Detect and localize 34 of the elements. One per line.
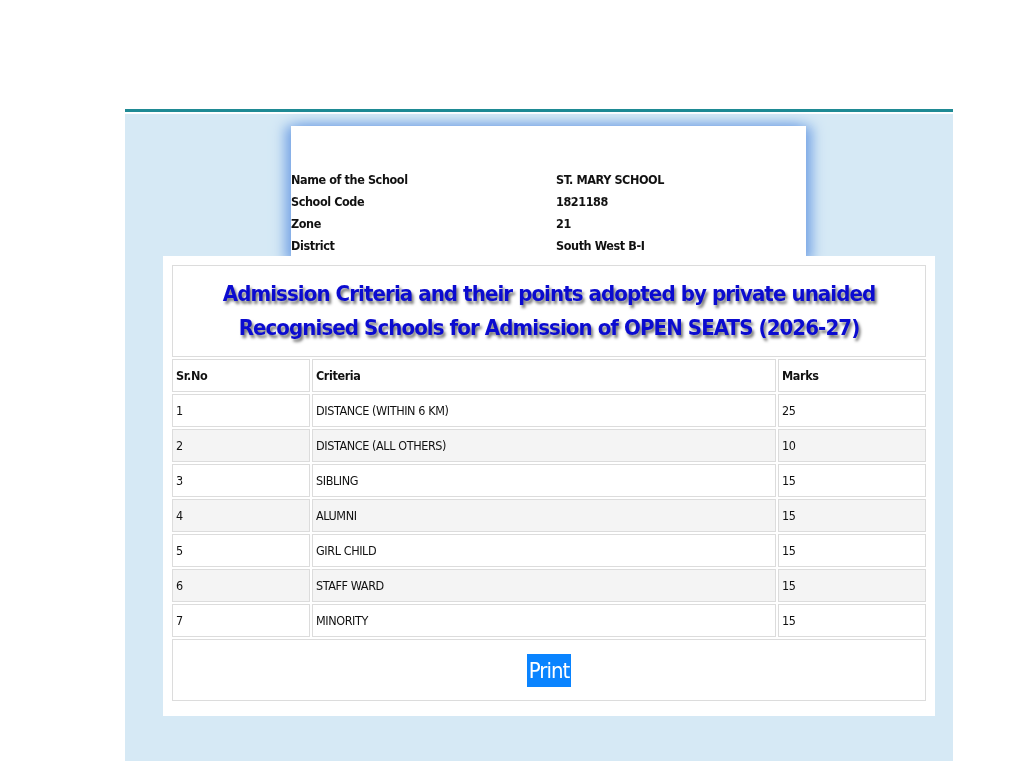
table-cell: 7 <box>172 604 310 637</box>
table-cell: DISTANCE (WITHIN 6 KM) <box>312 394 776 427</box>
field-label: Zone <box>291 215 322 233</box>
table-cell: 4 <box>172 499 310 532</box>
table-cell: GIRL CHILD <box>312 534 776 567</box>
table-cell: DISTANCE (ALL OTHERS) <box>312 429 776 462</box>
field-value: 1821188 <box>556 193 609 211</box>
table-cell: 10 <box>778 429 926 462</box>
table-cell: 15 <box>778 604 926 637</box>
field-label: District <box>291 237 336 255</box>
table-cell: 25 <box>778 394 926 427</box>
field-value: ST. MARY SCHOOL <box>556 171 666 189</box>
table-cell: 5 <box>172 534 310 567</box>
table-cell: MINORITY <box>312 604 776 637</box>
column-header: Sr.No <box>172 359 310 392</box>
table-cell: 15 <box>778 499 926 532</box>
table-cell: 3 <box>172 464 310 497</box>
table-cell: 6 <box>172 569 310 602</box>
table-cell: 1 <box>172 394 310 427</box>
table-cell: 2 <box>172 429 310 462</box>
table-cell: ALUMNI <box>312 499 776 532</box>
field-label: Name of the School <box>291 171 409 189</box>
table-cell: 15 <box>778 534 926 567</box>
table-cell: 15 <box>778 569 926 602</box>
table-cell: SIBLING <box>312 464 776 497</box>
column-header: Marks <box>778 359 926 392</box>
table-cell: 15 <box>778 464 926 497</box>
column-header: Criteria <box>312 359 776 392</box>
table-cell: STAFF WARD <box>312 569 776 602</box>
table-title: Admission Criteria and their points adopted by private unaided Recognised Schools for Admission of OPEN SEATS (2026-27) <box>222 281 876 340</box>
field-value: 21 <box>556 215 572 233</box>
field-label: School Code <box>291 193 366 211</box>
field-value: South West B-I <box>556 237 646 255</box>
print-button[interactable]: Print <box>526 653 572 687</box>
